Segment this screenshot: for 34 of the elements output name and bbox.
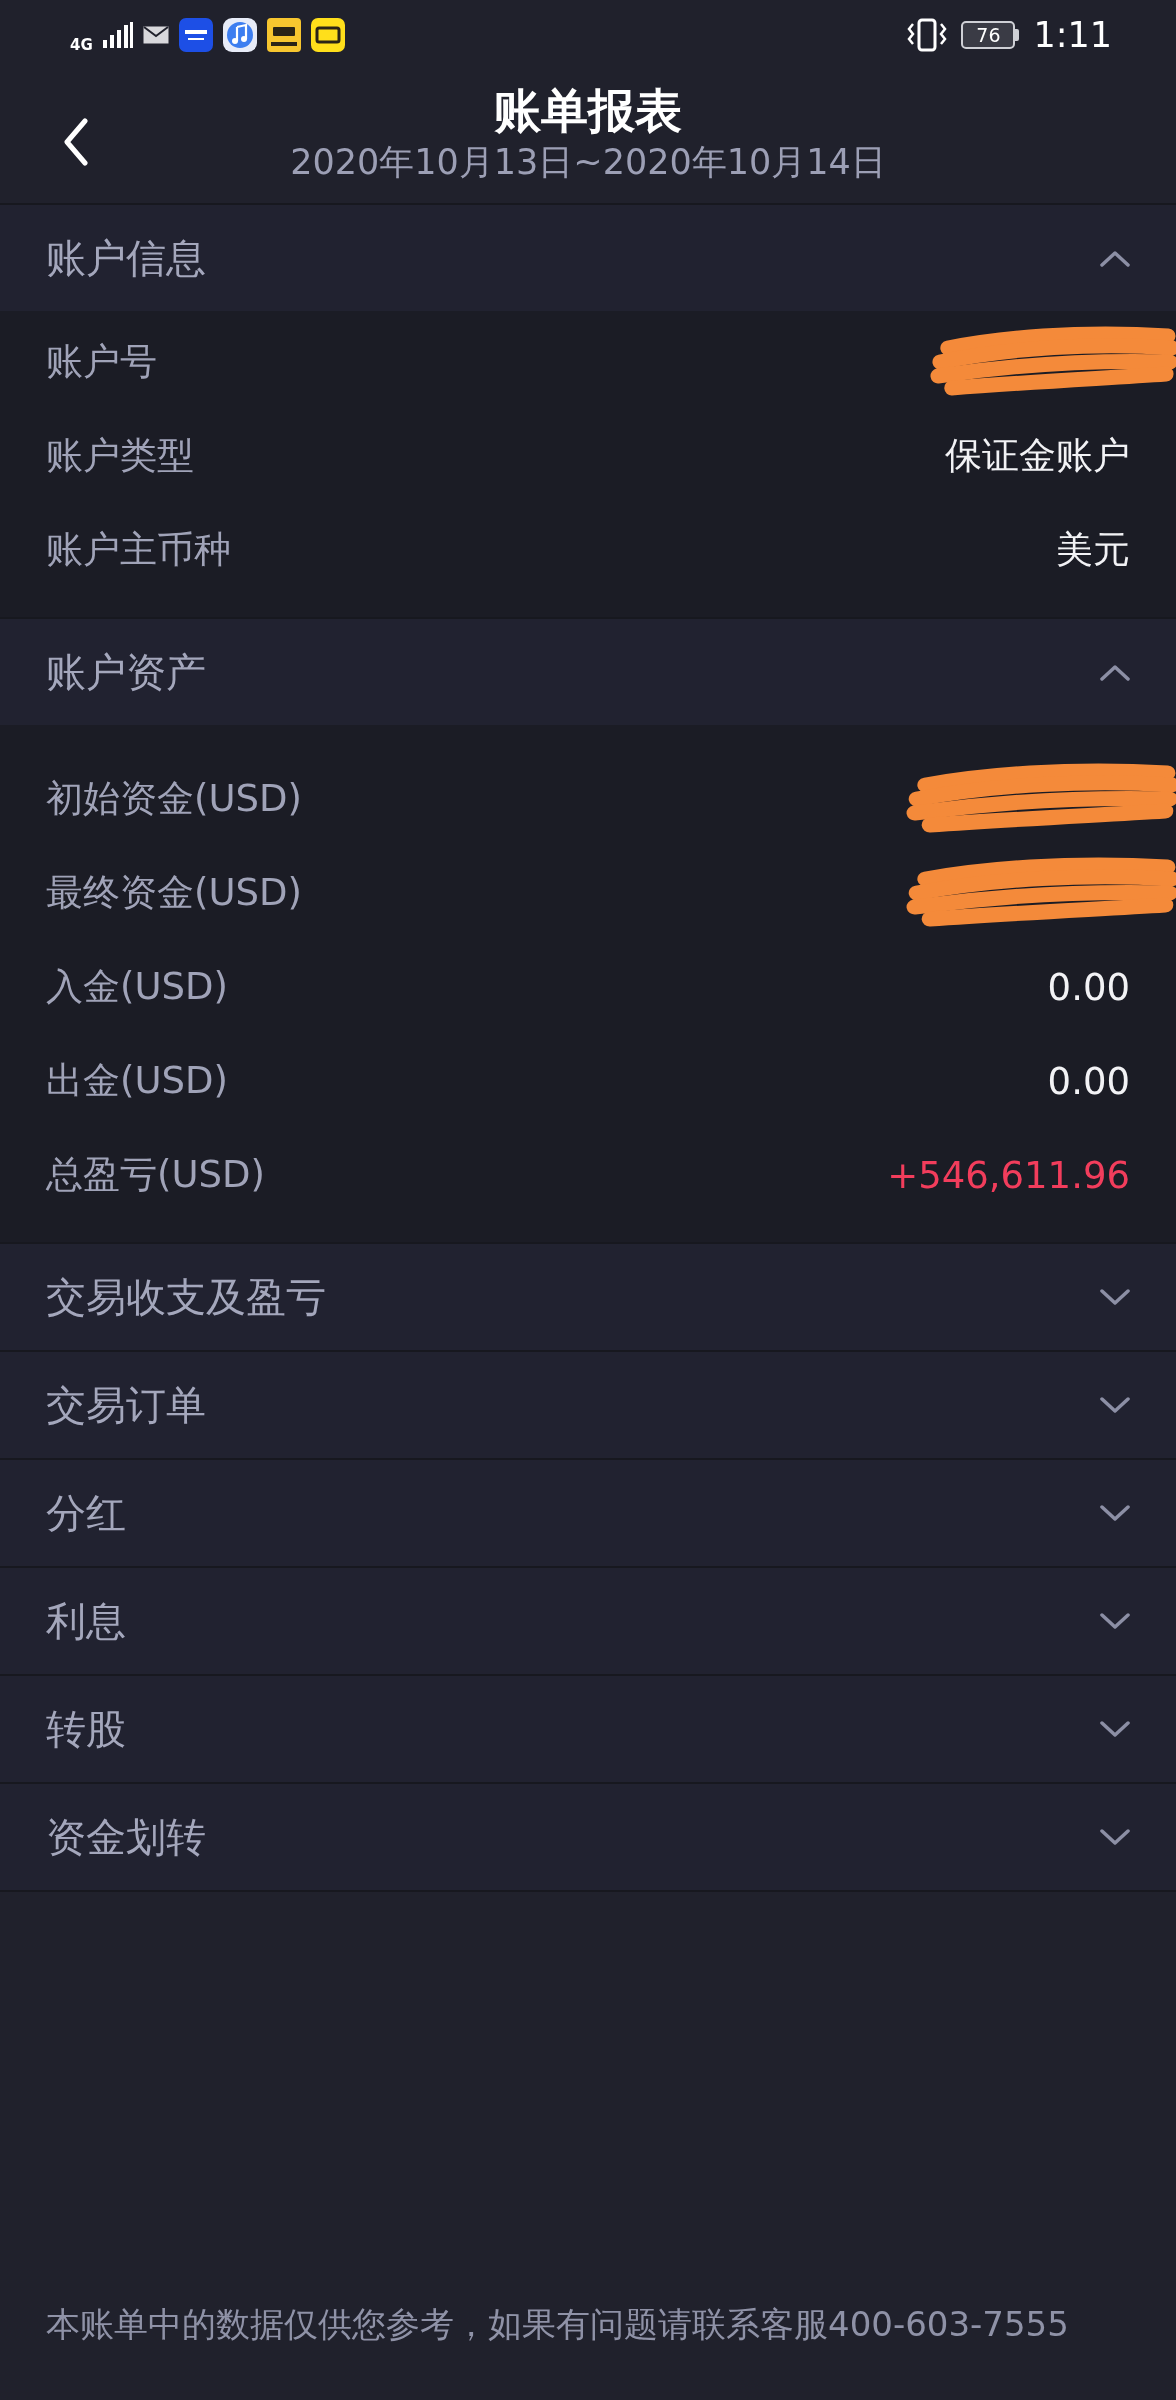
section-toggle[interactable]: 利息 [0,1568,1176,1674]
section-toggle[interactable]: 账户资产 [0,619,1176,725]
date-range: 2020年10月13日~2020年10月14日 [290,140,886,183]
page-title: 账单报表 [494,84,682,139]
section-toggle[interactable]: 交易收支及盈亏 [0,1244,1176,1350]
section-toggle[interactable]: 交易订单 [0,1352,1176,1458]
row-label: 账户主币种 [46,527,231,573]
section-toggle[interactable]: 转股 [0,1676,1176,1782]
row-label: 账户号 [46,339,157,385]
row-value: 保证金账户 [945,433,1130,479]
row-value: 0.00 [1047,1059,1130,1103]
row-value: 0.00 [1047,965,1130,1009]
vibrate-icon [907,18,948,52]
app-icon [310,18,345,52]
row-label: 总盈亏(USD) [46,1152,265,1198]
disclaimer-text: 本账单中的数据仅供您参考，如果有问题请联系客服400-603-7555 [46,2302,1069,2346]
signal-icon [102,22,133,48]
row-value: +546,611.96 [887,1153,1130,1197]
app-icon [266,18,301,52]
section-toggle[interactable]: 账户信息 [0,205,1176,311]
row-label: 账户类型 [46,433,194,479]
network-label: 4G [70,37,93,53]
row-label: 出金(USD) [46,1058,228,1104]
row-label: 最终资金(USD) [46,870,302,916]
mail-icon [142,26,169,44]
battery-percent: 76 [976,25,1001,45]
row-label: 初始资金(USD) [46,776,302,822]
section-toggle[interactable]: 分红 [0,1460,1176,1566]
music-note-icon [222,18,257,52]
row-value: 美元 [1056,527,1130,573]
clock-time: 1:11 [1033,17,1112,53]
section-toggle[interactable]: 资金划转 [0,1784,1176,1890]
row-label: 入金(USD) [46,964,228,1010]
app-icon [178,18,213,52]
